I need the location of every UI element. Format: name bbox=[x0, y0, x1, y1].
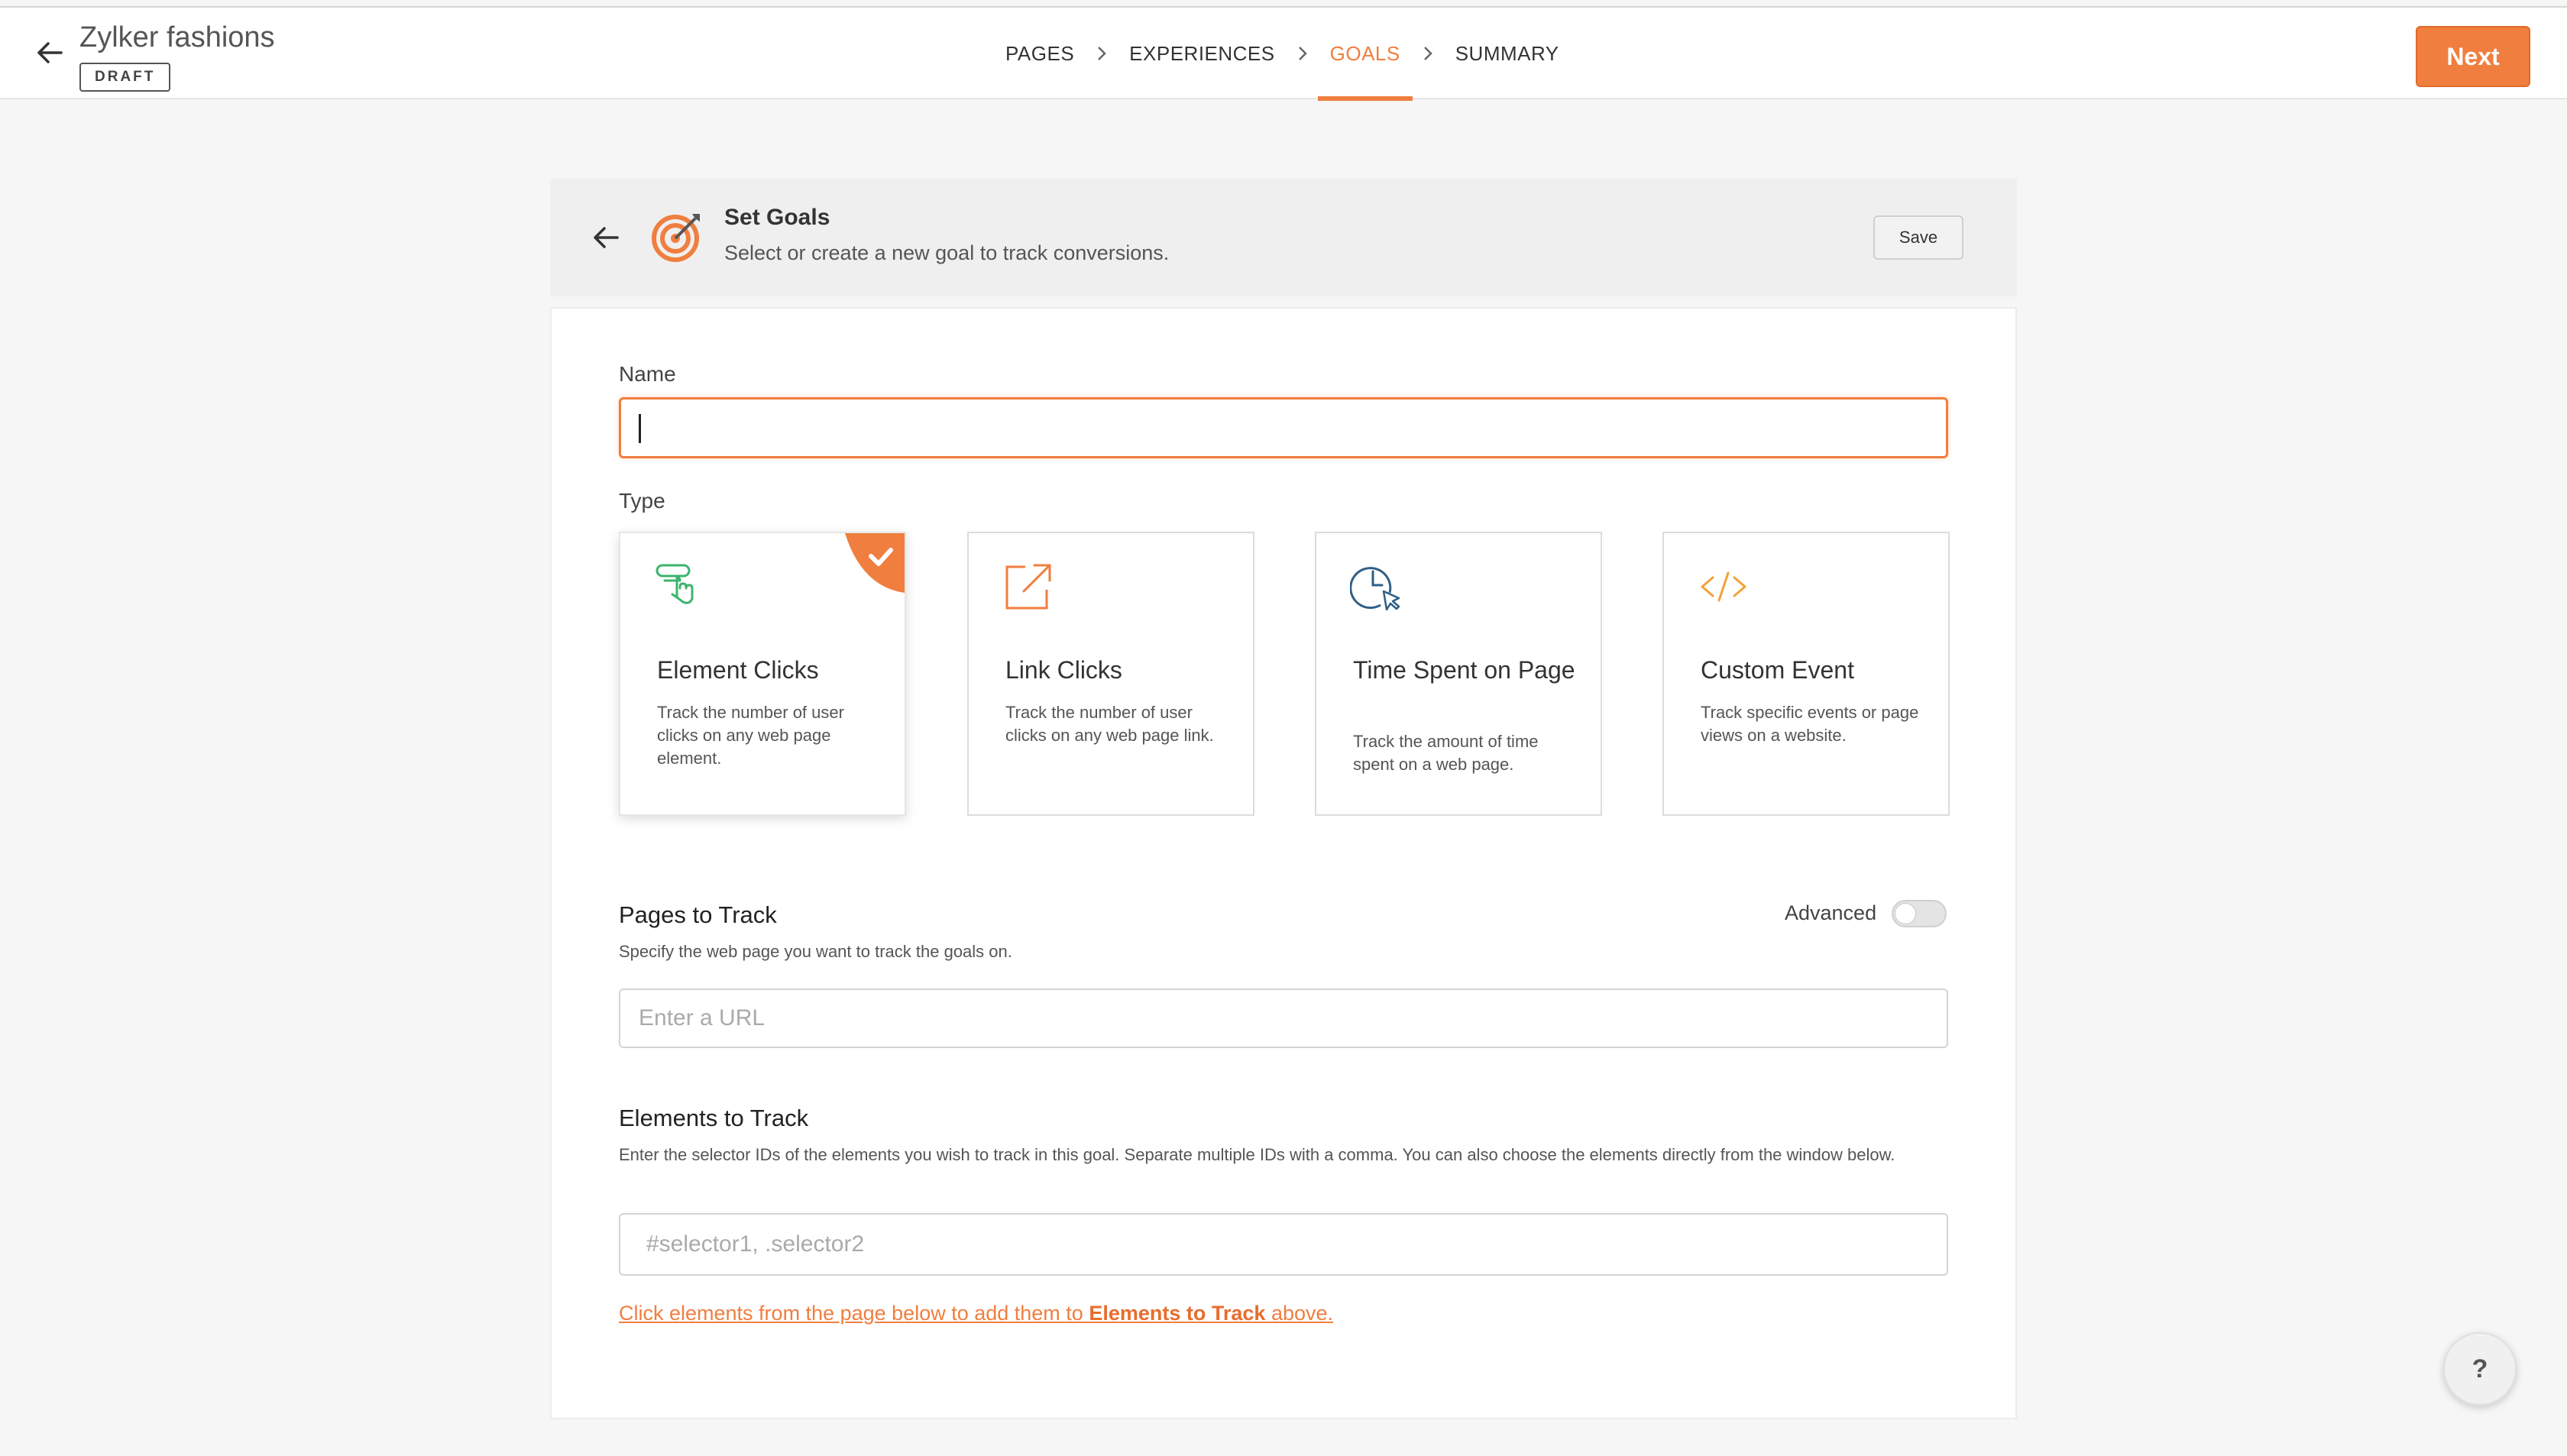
experiment-title: Zylker fashions bbox=[79, 21, 275, 53]
panel-subtitle: Select or create a new goal to track con… bbox=[724, 241, 1170, 264]
page-url-input[interactable] bbox=[619, 988, 1948, 1048]
type-title: Custom Event bbox=[1701, 656, 1854, 684]
code-icon bbox=[1701, 571, 1746, 602]
type-description: Track specific events or page views on a… bbox=[1701, 703, 1919, 745]
next-button[interactable]: Next bbox=[2416, 26, 2530, 87]
pick-elements-link[interactable]: Click elements from the page below to ad… bbox=[619, 1302, 1333, 1325]
goals-back-button[interactable] bbox=[587, 218, 625, 257]
type-card-time-spent[interactable]: Time Spent on Page Track the amount of t… bbox=[1315, 532, 1602, 816]
step-breadcrumb: PAGES EXPERIENCES GOALS SUMMARY bbox=[993, 8, 1572, 101]
hint-prefix: Click elements from the page below to ad… bbox=[619, 1302, 1089, 1325]
save-button[interactable]: Save bbox=[1873, 215, 1963, 260]
top-bar: Zylker fashions DRAFT PAGES EXPERIENCES … bbox=[0, 6, 2567, 101]
hint-suffix: above. bbox=[1265, 1302, 1334, 1325]
step-goals[interactable]: GOALS bbox=[1317, 8, 1413, 101]
advanced-toggle[interactable] bbox=[1892, 900, 1947, 927]
step-summary[interactable]: SUMMARY bbox=[1443, 8, 1572, 99]
elements-section-title: Elements to Track bbox=[619, 1105, 809, 1131]
type-description: Track the amount of time spent on a web … bbox=[1353, 732, 1539, 774]
chevron-right-icon bbox=[1287, 45, 1318, 62]
back-button[interactable] bbox=[31, 34, 69, 72]
chevron-right-icon bbox=[1086, 45, 1117, 62]
hint-bold: Elements to Track bbox=[1089, 1302, 1266, 1325]
external-link-icon bbox=[1005, 564, 1051, 610]
type-card-custom-event[interactable]: Custom Event Track specific events or pa… bbox=[1662, 532, 1950, 816]
step-pages[interactable]: PAGES bbox=[993, 8, 1086, 99]
name-label: Name bbox=[619, 362, 676, 386]
arrow-left-icon bbox=[37, 42, 63, 63]
chevron-right-icon bbox=[1413, 45, 1443, 62]
type-label: Type bbox=[619, 489, 665, 513]
type-description: Track the number of user clicks on any w… bbox=[657, 703, 844, 768]
arrow-left-icon bbox=[594, 227, 619, 248]
type-card-link-clicks[interactable]: Link Clicks Track the number of user cli… bbox=[967, 532, 1254, 816]
goal-name-input[interactable] bbox=[619, 397, 1948, 458]
panel-title: Set Goals bbox=[724, 205, 830, 230]
goals-panel-header: Set Goals Select or create a new goal to… bbox=[550, 179, 2017, 296]
type-card-element-clicks[interactable]: Element Clicks Track the number of user … bbox=[619, 532, 906, 816]
pages-section-description: Specify the web page you want to track t… bbox=[619, 942, 1012, 961]
clock-cursor-icon bbox=[1350, 567, 1400, 611]
type-title: Element Clicks bbox=[657, 656, 819, 684]
step-experiences[interactable]: EXPERIENCES bbox=[1117, 8, 1287, 99]
selected-check-icon bbox=[845, 533, 905, 593]
target-icon bbox=[652, 214, 700, 262]
element-click-icon bbox=[656, 564, 694, 604]
toggle-knob bbox=[1895, 903, 1916, 924]
text-caret bbox=[639, 414, 641, 443]
advanced-label: Advanced bbox=[1785, 901, 1877, 924]
type-description: Track the number of user clicks on any w… bbox=[1005, 703, 1214, 745]
status-badge: DRAFT bbox=[79, 63, 171, 92]
elements-section-description: Enter the selector IDs of the elements y… bbox=[619, 1145, 1895, 1164]
type-title: Link Clicks bbox=[1005, 656, 1122, 684]
pages-section-title: Pages to Track bbox=[619, 901, 777, 928]
selector-input[interactable] bbox=[619, 1213, 1948, 1276]
help-button[interactable]: ? bbox=[2443, 1332, 2517, 1406]
goal-form: Name Type Element Clicks Track the numbe… bbox=[550, 307, 2017, 1419]
type-title: Time Spent on Page bbox=[1353, 656, 1575, 684]
